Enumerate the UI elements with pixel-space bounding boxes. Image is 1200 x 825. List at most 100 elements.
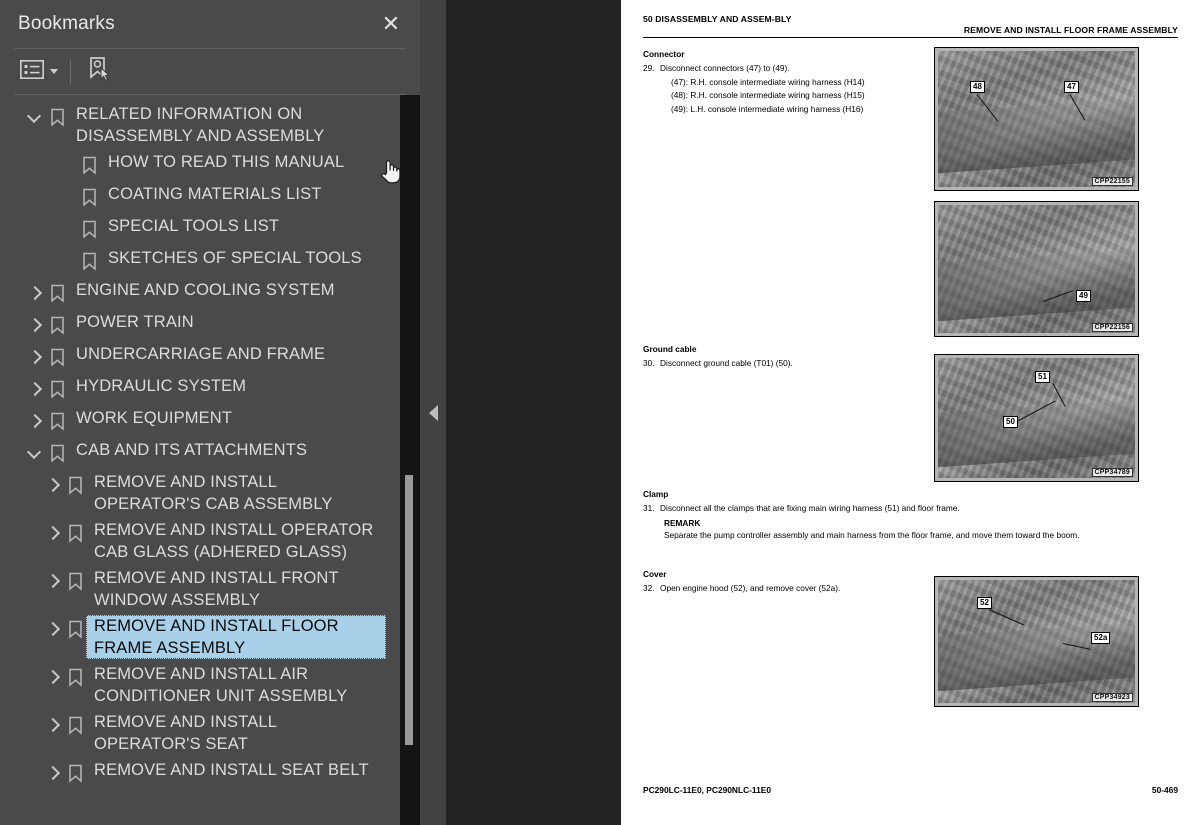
bookmarks-scrollbar-thumb[interactable]: [405, 475, 413, 745]
bookmark-item[interactable]: REMOVE AND INSTALL AIR CONDITIONER UNIT …: [0, 661, 400, 709]
bookmark-icon: [78, 183, 100, 211]
bookmark-options-button[interactable]: [18, 57, 60, 87]
section-clamp: Clamp 31. Disconnect all the clamps that…: [643, 489, 1160, 541]
bookmarks-tree-container: RELATED INFORMATION ON DISASSEMBLY AND A…: [0, 95, 420, 825]
chevron-right-icon[interactable]: [42, 711, 64, 739]
bookmark-item[interactable]: REMOVE AND INSTALL FRONT WINDOW ASSEMBLY: [0, 565, 400, 613]
step-text: Open engine hood (52), and remove cover …: [660, 583, 841, 593]
chevron-right-icon[interactable]: [42, 471, 64, 499]
chevron-right-icon[interactable]: [42, 759, 64, 787]
bookmark-pointer-icon: [87, 56, 111, 87]
bookmark-item[interactable]: REMOVE AND INSTALL SEAT BELT: [0, 757, 400, 789]
bookmark-label: WORK EQUIPMENT: [76, 409, 233, 427]
figure-code: CPP34923: [1091, 693, 1133, 702]
new-bookmark-button[interactable]: [85, 57, 113, 87]
chevron-down-icon[interactable]: [24, 103, 46, 131]
remark-title: REMARK: [664, 517, 701, 528]
page-number: 50-469: [1151, 785, 1178, 795]
section-cover: Cover 32. Open engine hood (52), and rem…: [643, 569, 928, 596]
bookmark-item[interactable]: REMOVE AND INSTALL OPERATOR'S CAB ASSEMB…: [0, 469, 400, 517]
chevron-right-icon[interactable]: [42, 567, 64, 595]
callout-label: 52a: [1091, 632, 1111, 644]
panel-collapse-gutter[interactable]: [420, 0, 446, 825]
figure-2: 49 CPP22156: [934, 201, 1139, 337]
bookmarks-scrollbar-track[interactable]: [400, 95, 420, 825]
tree-indent-spacer: [56, 247, 78, 275]
figure-3: 51 50 CPP34789: [934, 354, 1139, 482]
step-text: Disconnect connectors (47) to (49).: [660, 63, 790, 73]
step-line: 32. Open engine hood (52), and remove co…: [643, 582, 928, 595]
bookmark-icon: [64, 471, 86, 499]
bookmark-icon: [78, 215, 100, 243]
step-text: Disconnect ground cable (T01) (50).: [660, 358, 793, 368]
callout-label: 51: [1035, 371, 1050, 383]
bookmark-item[interactable]: SKETCHES OF SPECIAL TOOLS: [0, 245, 400, 277]
viewer-background-left: [446, 0, 621, 825]
bookmark-label: REMOVE AND INSTALL SEAT BELT: [94, 761, 369, 779]
collapse-left-triangle-icon[interactable]: [428, 404, 438, 421]
list-options-icon: [20, 59, 44, 84]
figure-photo: [938, 205, 1135, 333]
chevron-right-icon[interactable]: [24, 375, 46, 403]
page-body: Connector 29. Disconnect connectors (47)…: [643, 47, 1178, 739]
bookmark-item[interactable]: HOW TO READ THIS MANUAL: [0, 149, 400, 181]
bookmark-icon: [78, 247, 100, 275]
bookmark-icon: [46, 103, 68, 131]
bookmarks-toolbar: [0, 49, 420, 94]
bookmark-label: ENGINE AND COOLING SYSTEM: [76, 281, 335, 299]
panel-title: Bookmarks: [18, 13, 115, 34]
bookmark-item[interactable]: CAB AND ITS ATTACHMENTS: [0, 437, 400, 469]
bookmark-label: RELATED INFORMATION ON DISASSEMBLY AND A…: [76, 105, 325, 145]
chevron-right-icon[interactable]: [42, 663, 64, 691]
chevron-right-icon[interactable]: [24, 279, 46, 307]
figure-code: CPP22155: [1091, 177, 1133, 186]
bookmark-item[interactable]: POWER TRAIN: [0, 309, 400, 341]
bookmark-icon: [46, 279, 68, 307]
bookmark-item[interactable]: UNDERCARRIAGE AND FRAME: [0, 341, 400, 373]
chevron-right-icon[interactable]: [24, 311, 46, 339]
bookmark-icon: [46, 439, 68, 467]
sub-line: (49): L.H. console intermediate wiring h…: [671, 103, 864, 114]
section-heading: Clamp: [643, 489, 669, 499]
pdf-page: 50 DISASSEMBLY AND ASSEM-BLY REMOVE AND …: [621, 0, 1200, 825]
tree-indent-spacer: [56, 215, 78, 243]
bookmark-icon: [46, 375, 68, 403]
bookmark-item[interactable]: REMOVE AND INSTALL OPERATOR'S SEAT: [0, 709, 400, 757]
close-icon[interactable]: ✕: [378, 11, 404, 37]
chevron-right-icon[interactable]: [24, 343, 46, 371]
section-heading: Cover: [643, 569, 667, 579]
bookmark-item[interactable]: ENGINE AND COOLING SYSTEM: [0, 277, 400, 309]
step-number: 31.: [643, 503, 655, 513]
bookmark-label: SKETCHES OF SPECIAL TOOLS: [108, 249, 362, 267]
bookmark-item[interactable]: SPECIAL TOOLS LIST: [0, 213, 400, 245]
callout-label: 48: [970, 81, 985, 93]
chevron-right-icon[interactable]: [42, 615, 64, 643]
section-heading: Connector: [643, 49, 685, 59]
bookmark-item[interactable]: WORK EQUIPMENT: [0, 405, 400, 437]
page-header-right: REMOVE AND INSTALL FLOOR FRAME ASSEMBLY: [963, 25, 1178, 35]
step-line: 31. Disconnect all the clamps that are f…: [643, 502, 1160, 515]
bookmark-label: REMOVE AND INSTALL AIR CONDITIONER UNIT …: [94, 665, 348, 705]
bookmark-label: COATING MATERIALS LIST: [108, 185, 322, 203]
step-number: 30.: [643, 358, 655, 368]
bookmark-label: SPECIAL TOOLS LIST: [108, 217, 280, 235]
section-ground-cable: Ground cable 30. Disconnect ground cable…: [643, 344, 928, 371]
bookmark-label: REMOVE AND INSTALL OPERATOR CAB GLASS (A…: [94, 521, 374, 561]
callout-label: 50: [1003, 416, 1018, 428]
bookmark-item[interactable]: REMOVE AND INSTALL OPERATOR CAB GLASS (A…: [0, 517, 400, 565]
bookmark-item[interactable]: REMOVE AND INSTALL FLOOR FRAME ASSEMBLY: [0, 613, 400, 661]
chevron-right-icon[interactable]: [42, 519, 64, 547]
bookmark-icon: [64, 759, 86, 787]
bookmark-label: REMOVE AND INSTALL OPERATOR'S CAB ASSEMB…: [94, 473, 333, 513]
page-header: 50 DISASSEMBLY AND ASSEM-BLY REMOVE AND …: [643, 14, 1178, 35]
bookmark-item[interactable]: COATING MATERIALS LIST: [0, 181, 400, 213]
tree-indent-spacer: [56, 151, 78, 179]
bookmark-item[interactable]: RELATED INFORMATION ON DISASSEMBLY AND A…: [0, 101, 400, 149]
chevron-down-icon[interactable]: [24, 439, 46, 467]
chevron-right-icon[interactable]: [24, 407, 46, 435]
remark-text: Separate the pump controller assembly an…: [664, 529, 1080, 540]
bookmark-item[interactable]: HYDRAULIC SYSTEM: [0, 373, 400, 405]
step-text: Disconnect all the clamps that are fixin…: [660, 503, 960, 513]
bookmark-label: UNDERCARRIAGE AND FRAME: [76, 345, 326, 363]
bookmark-icon: [46, 343, 68, 371]
